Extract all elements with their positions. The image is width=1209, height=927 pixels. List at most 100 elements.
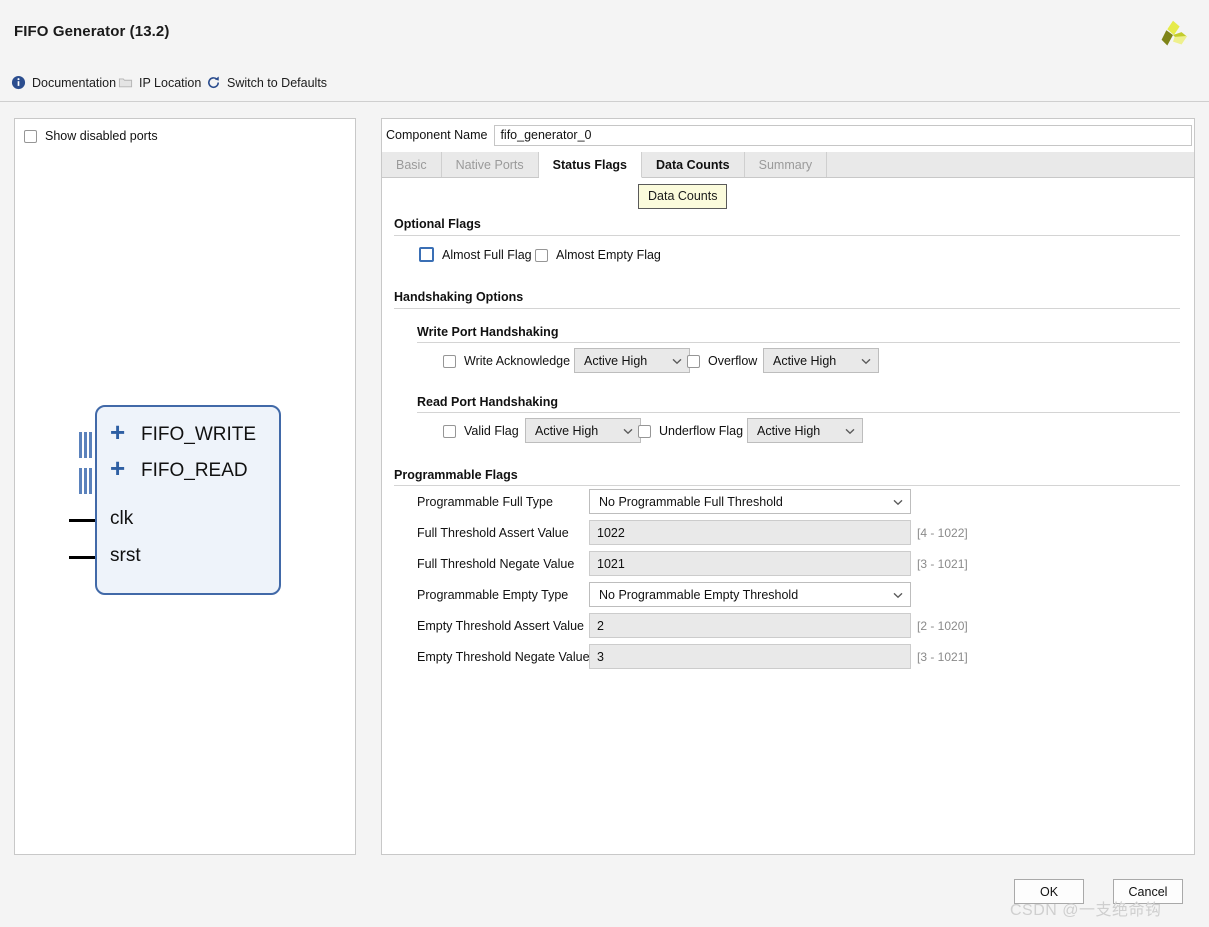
empty-threshold-assert-label: Empty Threshold Assert Value (417, 619, 584, 633)
almost-full-flag-row[interactable]: Almost Full Flag (419, 247, 532, 262)
ip-symbol-panel: Show disabled ports + FIFO_WRITE + FIFO_… (14, 118, 356, 855)
info-icon (11, 75, 26, 90)
full-threshold-negate-label: Full Threshold Negate Value (417, 557, 575, 571)
empty-threshold-negate-range: [3 - 1021] (917, 650, 968, 664)
write-acknowledge-checkbox[interactable] (443, 354, 456, 368)
bus-stub-fifo-write (79, 432, 94, 458)
full-threshold-assert-label: Full Threshold Assert Value (417, 526, 569, 540)
watermark: CSDN @一支绝命钩 (1010, 902, 1162, 919)
programmable-flags-title: Programmable Flags (394, 468, 518, 482)
toolbar: Documentation IP Location Switch to Defa… (0, 66, 1209, 102)
write-acknowledge-label: Write Acknowledge (464, 354, 571, 368)
programmable-full-type-value: No Programmable Full Threshold (599, 494, 783, 509)
handshaking-options-title: Handshaking Options (394, 290, 524, 304)
title-bar: FIFO Generator (13.2) (0, 0, 1209, 66)
port-label-clk: clk (110, 508, 134, 529)
tab-native-ports[interactable]: Native Ports (442, 152, 539, 177)
chevron-down-icon (622, 425, 634, 437)
expand-plus-icon-fifo-write[interactable]: + (110, 419, 125, 445)
valid-flag-polarity-select[interactable]: Active High (525, 418, 641, 443)
show-disabled-ports-label: Show disabled ports (45, 129, 158, 143)
almost-full-flag-label: Almost Full Flag (442, 247, 532, 262)
wire-srst (69, 556, 95, 559)
optional-flags-title: Optional Flags (394, 217, 481, 231)
toolbar-ip-location-label: IP Location (139, 75, 202, 90)
tab-data-counts[interactable]: Data Counts (642, 152, 745, 177)
toolbar-ip-location[interactable]: IP Location (118, 75, 201, 90)
programmable-full-type-select[interactable]: No Programmable Full Threshold (589, 489, 911, 514)
almost-empty-flag-label: Almost Empty Flag (556, 248, 661, 262)
programmable-empty-type-label: Programmable Empty Type (417, 588, 569, 602)
bus-stub-fifo-read (79, 468, 94, 494)
fifo-generator-dialog: FIFO Generator (13.2) Documentation IP L… (0, 0, 1209, 927)
port-label-fifo-read: FIFO_READ (141, 460, 248, 481)
underflow-flag-label: Underflow Flag (659, 424, 744, 438)
show-disabled-ports-row[interactable]: Show disabled ports (24, 129, 158, 143)
wire-clk (69, 519, 95, 522)
component-name-input[interactable]: fifo_generator_0 (494, 124, 1192, 146)
overflow-row[interactable]: Overflow (687, 354, 757, 368)
toolbar-documentation[interactable]: Documentation (11, 75, 116, 90)
programmable-flags-rule (394, 485, 1180, 486)
empty-threshold-assert-input[interactable]: 2 (589, 613, 911, 638)
programmable-empty-type-value: No Programmable Empty Threshold (599, 587, 799, 602)
empty-threshold-negate-label: Empty Threshold Negate Value (417, 650, 590, 664)
tooltip-data-counts: Data Counts (638, 184, 728, 209)
full-threshold-assert-input[interactable]: 1022 (589, 520, 911, 545)
write-port-handshaking-title: Write Port Handshaking (417, 325, 559, 339)
full-threshold-negate-input[interactable]: 1021 (589, 551, 911, 576)
show-disabled-ports-checkbox[interactable] (24, 129, 37, 143)
empty-threshold-assert-range: [2 - 1020] (917, 619, 968, 633)
port-label-srst: srst (110, 545, 141, 566)
toolbar-documentation-label: Documentation (32, 75, 117, 90)
overflow-checkbox[interactable] (687, 354, 700, 368)
valid-flag-checkbox[interactable] (443, 424, 456, 438)
underflow-flag-polarity-value: Active High (757, 423, 821, 438)
tab-summary[interactable]: Summary (745, 152, 828, 177)
programmable-full-type-label: Programmable Full Type (417, 495, 553, 509)
valid-flag-polarity-value: Active High (535, 423, 599, 438)
write-port-rule (417, 342, 1180, 343)
write-acknowledge-polarity-value: Active High (584, 353, 648, 368)
almost-empty-flag-row[interactable]: Almost Empty Flag (535, 248, 661, 262)
window-title: FIFO Generator (13.2) (14, 23, 170, 40)
expand-plus-icon-fifo-read[interactable]: + (110, 455, 125, 481)
read-port-handshaking-title: Read Port Handshaking (417, 395, 558, 409)
refresh-icon (206, 75, 221, 90)
component-name-row: Component Name fifo_generator_0 (382, 123, 1194, 147)
underflow-flag-polarity-select[interactable]: Active High (747, 418, 863, 443)
underflow-flag-row[interactable]: Underflow Flag (638, 424, 743, 438)
chevron-down-icon (671, 355, 683, 367)
empty-threshold-negate-input[interactable]: 3 (589, 644, 911, 669)
config-panel: Component Name fifo_generator_0 Basic Na… (381, 118, 1195, 855)
underflow-flag-checkbox[interactable] (638, 424, 651, 438)
read-port-rule (417, 412, 1180, 413)
chevron-down-icon (860, 355, 872, 367)
folder-icon (118, 75, 133, 90)
handshaking-options-rule (394, 308, 1180, 309)
toolbar-switch-to-defaults-label: Switch to Defaults (227, 75, 328, 90)
valid-flag-label: Valid Flag (464, 424, 519, 438)
write-acknowledge-polarity-select[interactable]: Active High (574, 348, 690, 373)
component-name-label: Component Name (386, 128, 488, 142)
optional-flags-rule (394, 235, 1180, 236)
tab-strip-filler (827, 152, 1194, 177)
programmable-empty-type-select[interactable]: No Programmable Empty Threshold (589, 582, 911, 607)
full-threshold-assert-range: [4 - 1022] (917, 526, 968, 540)
almost-full-flag-checkbox[interactable] (419, 247, 434, 262)
overflow-polarity-value: Active High (773, 353, 837, 368)
toolbar-switch-to-defaults[interactable]: Switch to Defaults (206, 75, 327, 90)
valid-flag-row[interactable]: Valid Flag (443, 424, 519, 438)
tab-strip: Basic Native Ports Status Flags Data Cou… (382, 152, 1194, 178)
overflow-polarity-select[interactable]: Active High (763, 348, 879, 373)
tab-status-flags[interactable]: Status Flags (538, 152, 642, 178)
port-label-fifo-write: FIFO_WRITE (141, 424, 257, 445)
chevron-down-icon (844, 425, 856, 437)
write-acknowledge-row[interactable]: Write Acknowledge (443, 354, 570, 368)
chevron-down-icon (892, 496, 904, 508)
full-threshold-negate-range: [3 - 1021] (917, 557, 968, 571)
tab-basic[interactable]: Basic (382, 152, 442, 177)
xilinx-pinwheel-logo-icon (1154, 16, 1192, 54)
almost-empty-flag-checkbox[interactable] (535, 248, 548, 262)
overflow-label: Overflow (708, 354, 758, 368)
